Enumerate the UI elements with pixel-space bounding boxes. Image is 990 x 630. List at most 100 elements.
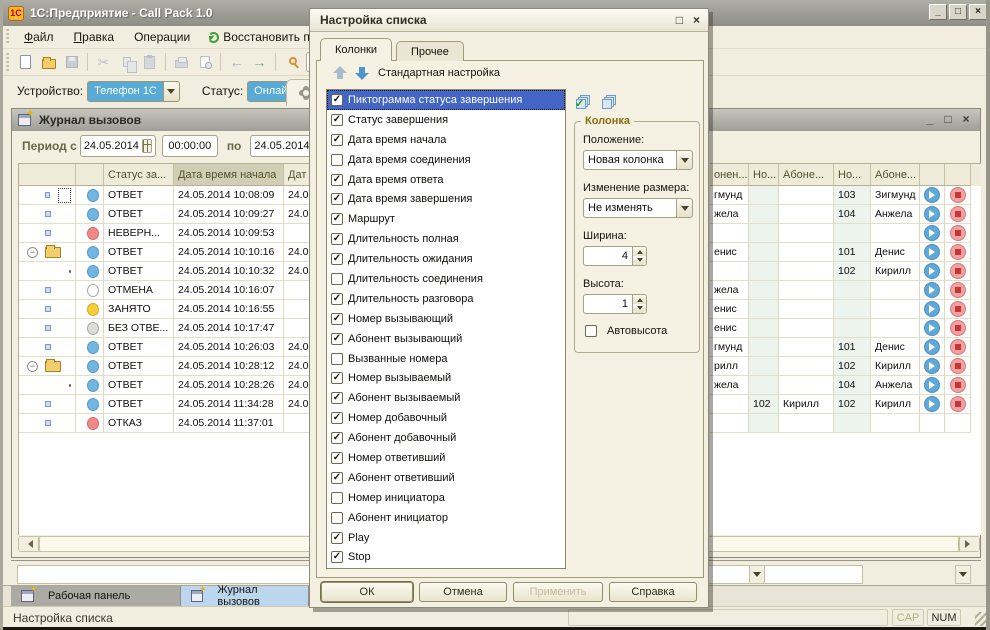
status-column-header[interactable]: Статус за... [104, 164, 174, 186]
collapse-expander-icon[interactable]: − [27, 361, 38, 372]
checkbox-icon[interactable]: ✓ [331, 134, 343, 146]
play-button[interactable] [924, 377, 940, 393]
column-list-item[interactable]: ✓Дата время ответа [327, 170, 565, 190]
tab-other[interactable]: Прочее [396, 41, 464, 61]
column-list-item[interactable]: ✓Длительность разговора [327, 289, 565, 309]
preview-button[interactable] [194, 52, 215, 73]
resize-select[interactable]: Не изменять [583, 198, 693, 218]
table-row[interactable]: рилл102Кирилл [710, 357, 981, 376]
cancel-button[interactable]: Отмена [419, 582, 507, 602]
column-list-item[interactable]: ✓Пиктограмма статуса завершения [327, 90, 565, 110]
standard-settings-button[interactable]: Стандартная настройка [378, 67, 500, 79]
search-button[interactable] [281, 52, 302, 73]
checkbox-icon[interactable]: ✓ [331, 253, 343, 265]
width-up-button[interactable] [633, 247, 646, 256]
column-list-item[interactable]: Номер инициатора [327, 488, 565, 508]
stop-button[interactable] [950, 358, 966, 374]
device-select[interactable]: Телефон 1С [87, 81, 180, 102]
uncheck-all-button[interactable] [602, 95, 617, 109]
checkbox-icon[interactable]: ✓ [331, 233, 343, 245]
table-row[interactable]: жела104Анжела [710, 205, 981, 224]
open-button[interactable] [38, 52, 59, 73]
column-list-item[interactable]: Длительность соединения [327, 269, 565, 289]
table-row[interactable]: ОТВЕТ24.05.2014 10:09:2724.0 [19, 205, 310, 224]
column-list-item[interactable]: ✓Номер вызывающий [327, 309, 565, 329]
checkbox-icon[interactable]: ✓ [331, 432, 343, 444]
table-row[interactable]: гмунд101Денис [710, 338, 981, 357]
background-dropdown-button[interactable] [749, 565, 765, 584]
child-minimize-button[interactable]: _ [924, 112, 936, 126]
table-row[interactable]: енис [710, 300, 981, 319]
column-list-item[interactable]: ✓Длительность ожидания [327, 249, 565, 269]
forward-button[interactable]: → [249, 52, 270, 73]
stop-button[interactable] [950, 244, 966, 260]
play-button[interactable] [924, 263, 940, 279]
tab-call-log[interactable]: Журнал вызовов [181, 586, 309, 606]
stop-button[interactable] [950, 301, 966, 317]
checkbox-icon[interactable]: ✓ [331, 293, 343, 305]
height-stepper[interactable]: 1 [583, 294, 647, 314]
checkbox-icon[interactable] [331, 154, 343, 166]
column-list-item[interactable]: ✓Play [327, 528, 565, 548]
date2-column-header[interactable]: Дат [284, 164, 310, 186]
dialog-close-button[interactable]: × [693, 13, 700, 27]
checkbox-icon[interactable] [331, 353, 343, 365]
width-down-button[interactable] [633, 256, 646, 265]
stop-button[interactable] [950, 187, 966, 203]
calendar-icon[interactable] [142, 139, 152, 153]
play-button[interactable] [924, 206, 940, 222]
column-header[interactable] [920, 164, 945, 186]
table-row[interactable]: ОТВЕТ24.05.2014 11:34:2824.0 [19, 395, 310, 414]
table-row[interactable]: 102Кирилл102Кирилл [710, 395, 981, 414]
checkbox-icon[interactable] [331, 512, 343, 524]
height-up-button[interactable] [633, 295, 646, 304]
close-button[interactable]: × [969, 4, 987, 20]
stop-button[interactable] [950, 263, 966, 279]
column-list-item[interactable]: ✓Маршрут [327, 209, 565, 229]
play-button[interactable] [924, 339, 940, 355]
column-header[interactable]: Но... [749, 164, 779, 186]
scroll-left-button[interactable] [19, 537, 39, 551]
table-row[interactable]: жела [710, 281, 981, 300]
column-list-item[interactable]: ✓Абонент вызывающий [327, 329, 565, 349]
table-row[interactable]: ОТВЕТ24.05.2014 10:10:3224.0 [19, 262, 310, 281]
check-all-button[interactable]: ✓ [576, 95, 591, 109]
tab-columns[interactable]: Колонки [320, 38, 392, 61]
stop-button[interactable] [950, 206, 966, 222]
menu-grip[interactable] [6, 29, 9, 44]
cut-button[interactable]: ✂ [93, 52, 114, 73]
checkbox-icon[interactable]: ✓ [331, 174, 343, 186]
play-button[interactable] [924, 187, 940, 203]
table-row[interactable]: БЕЗ ОТВЕ...24.05.2014 10:17:47 [19, 319, 310, 338]
minimize-button[interactable]: _ [929, 4, 947, 20]
scroll-right-button[interactable] [959, 537, 979, 551]
column-list-item[interactable]: ✓Статус завершения [327, 110, 565, 130]
dialog-maximize-button[interactable]: □ [676, 13, 683, 27]
table-row[interactable] [710, 224, 981, 243]
column-header[interactable]: онен... [710, 164, 749, 186]
table-row[interactable]: ОТКАЗ24.05.2014 11:37:01 [19, 414, 310, 433]
play-button[interactable] [924, 358, 940, 374]
column-list-item[interactable]: ✓Абонент ответивший [327, 468, 565, 488]
checkbox-icon[interactable]: ✓ [331, 193, 343, 205]
width-stepper[interactable]: 4 [583, 246, 647, 266]
checkbox-icon[interactable]: ✓ [331, 114, 343, 126]
checkbox-icon[interactable]: ✓ [331, 333, 343, 345]
icon-column-header[interactable] [76, 164, 104, 186]
checkbox-icon[interactable]: ✓ [331, 392, 343, 404]
column-list-item[interactable]: ✓Абонент добавочный [327, 428, 565, 448]
column-header[interactable]: Абоне... [871, 164, 920, 186]
checkbox-icon[interactable]: ✓ [331, 372, 343, 384]
table-row[interactable]: енис [710, 319, 981, 338]
child-close-button[interactable]: × [960, 112, 972, 126]
column-list-item[interactable]: ✓Дата время начала [327, 130, 565, 150]
help-button[interactable]: Справка [609, 582, 697, 602]
stop-button[interactable] [950, 320, 966, 336]
table-row[interactable]: гмунд103Зигмунд [710, 186, 981, 205]
checkbox-icon[interactable]: ✓ [331, 412, 343, 424]
play-button[interactable] [924, 396, 940, 412]
checkbox-icon[interactable]: ✓ [331, 551, 343, 563]
height-down-button[interactable] [633, 304, 646, 313]
column-list-item[interactable]: Вызванные номера [327, 349, 565, 369]
checkbox-icon[interactable]: ✓ [331, 94, 343, 106]
